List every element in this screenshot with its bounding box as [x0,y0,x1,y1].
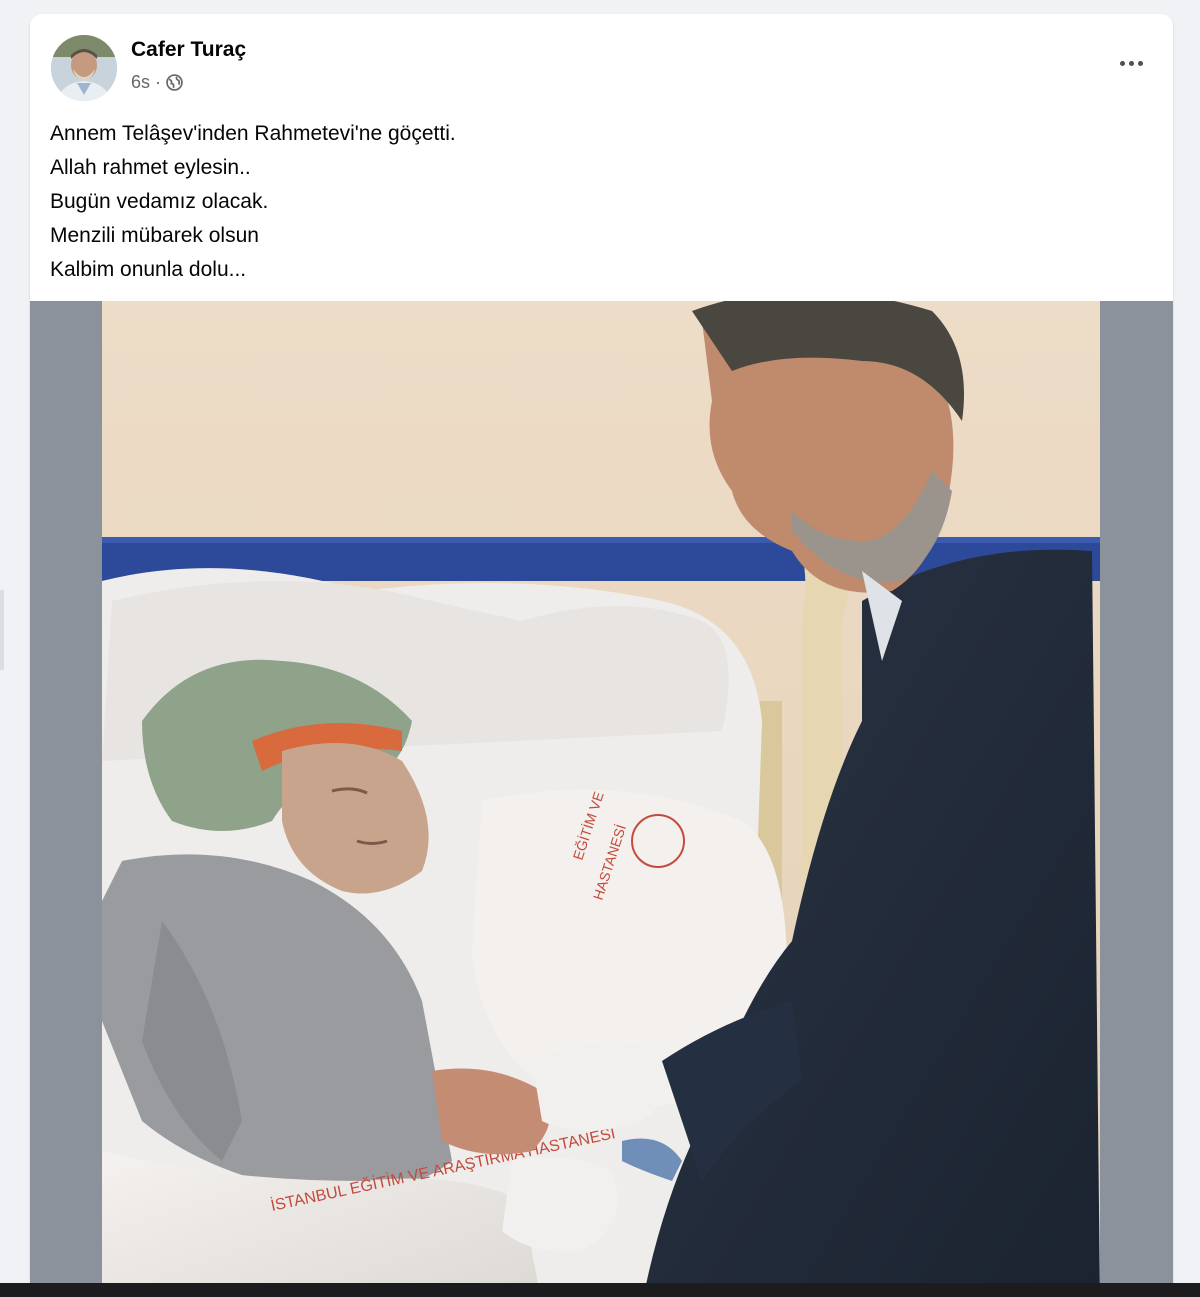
more-dot [1128,60,1134,66]
post-header: Cafer Turaç 6s · [30,14,1173,114]
post-photo[interactable]: EĞİTİM VE HASTANESİ İSTANBUL EĞİTİM VE A… [102,301,1100,1297]
more-horizontal-icon [1119,60,1125,66]
left-edge-divider [0,590,4,670]
post-card: Cafer Turaç 6s · Annem Telâşev'inden Rah… [30,14,1173,1297]
meta-separator: · [155,72,162,92]
post-timestamp[interactable]: 6s [131,72,150,93]
author-name[interactable]: Cafer Turaç [131,38,246,62]
photo-illustration: EĞİTİM VE HASTANESİ İSTANBUL EĞİTİM VE A… [102,301,1100,1297]
post-photo-area[interactable]: EĞİTİM VE HASTANESİ İSTANBUL EĞİTİM VE A… [30,301,1173,1297]
post-text-line: Menzili mübarek olsun [50,224,259,247]
os-taskbar [0,1283,1200,1297]
post-text-line: Allah rahmet eylesin.. [50,156,251,179]
post-text-line: Annem Telâşev'inden Rahmetevi'ne göçetti… [50,122,456,145]
page: Cafer Turaç 6s · Annem Telâşev'inden Rah… [0,0,1200,1297]
more-dot [1137,60,1143,66]
avatar-image [51,35,117,101]
post-text: Annem Telâşev'inden Rahmetevi'ne göçetti… [50,117,1050,287]
post-meta: 6s · [131,72,183,93]
globe-icon[interactable] [166,74,183,91]
post-text-line: Bugün vedamız olacak. [50,190,269,213]
post-text-line: Kalbim onunla dolu... [50,258,247,281]
author-avatar[interactable] [51,35,117,101]
more-options-button[interactable] [1111,48,1151,78]
